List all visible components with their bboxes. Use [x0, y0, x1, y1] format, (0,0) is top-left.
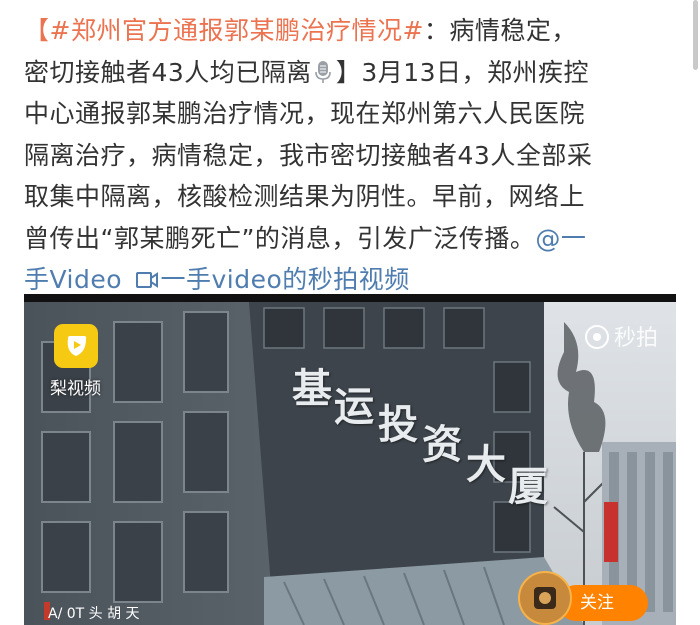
miaopai-logo-icon	[584, 325, 609, 349]
brand-name: 梨视频	[50, 379, 101, 399]
sign-char: 大	[466, 441, 506, 488]
video-player[interactable]: 梨视频 秒拍 基 运 投 资 大 厦 A/ 0T 头 胡 天 关注	[24, 294, 676, 625]
post-line-4: 隔离治疗，病情稳定，我市密切接触者43人全部采	[24, 140, 593, 170]
post-text-segment: 密切接触者43人均已隔离	[24, 57, 312, 87]
post-line-3: 中心通报郭某鹏治疗情况，现在郑州第六人民医院	[24, 99, 586, 128]
scrollbar[interactable]	[693, 0, 698, 70]
author-avatar[interactable]	[518, 571, 572, 625]
watermark: 秒拍	[584, 320, 658, 352]
post-text-segment: 曾传出“郭某鹏死亡”的消息，引发广泛传播。	[24, 223, 536, 253]
post-text-segment: 】3月13日，郑州疾控	[335, 57, 590, 87]
sign-char: 厦	[508, 463, 548, 510]
video-link-label: 一手video的秒拍视频	[160, 265, 410, 294]
post-line-2: 密切接触者43人均已隔离 】3月13日，郑州疾控	[24, 52, 692, 94]
weibo-post-text: 【#郑州官方通报郭某鹏治疗情况#：病情稳定， 密切接触者43人均已隔离 】3月1…	[24, 10, 692, 301]
pear-video-logo-icon	[54, 324, 98, 368]
hashtag-link[interactable]: 【#郑州官方通报郭某鹏治疗情况#	[24, 16, 424, 45]
sign-char: 投	[378, 401, 418, 448]
video-link[interactable]: 一手video的秒拍视频	[131, 265, 410, 294]
video-link-icon	[135, 272, 158, 288]
post-line-1: 【#郑州官方通报郭某鹏治疗情况#：病情稳定，	[24, 10, 692, 52]
sign-char: 基	[292, 365, 332, 412]
sign-char: 资	[422, 421, 462, 468]
mention-link-continued[interactable]: 手Video	[24, 265, 122, 294]
follow-widget[interactable]: 关注	[518, 571, 648, 625]
sign-char: 运	[334, 383, 374, 430]
video-caption: A/ 0T 头 胡 天	[48, 606, 140, 622]
watermark-text: 秒拍	[613, 326, 658, 351]
camera-avatar-icon	[534, 587, 556, 609]
microphone-icon	[315, 60, 331, 83]
mention-link[interactable]: @一	[535, 224, 586, 253]
post-line-6: 曾传出“郭某鹏死亡”的消息，引发广泛传播。@一	[24, 218, 692, 260]
building-sign: 基 运 投 资 大 厦	[282, 356, 562, 526]
post-line-5: 取集中隔离，核酸检测结果为阴性。早前，网络上	[24, 182, 586, 211]
video-top-border	[24, 294, 676, 302]
post-text-segment: ：病情稳定，	[423, 16, 577, 45]
